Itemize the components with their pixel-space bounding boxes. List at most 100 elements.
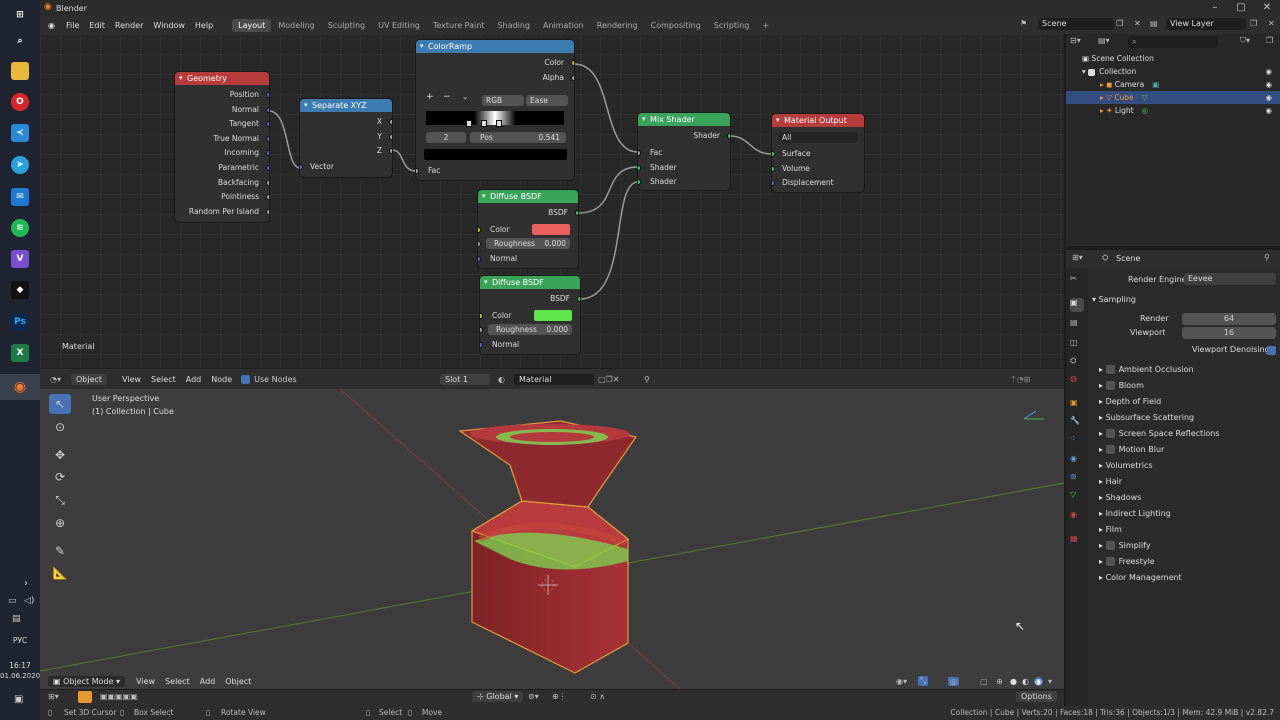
socket[interactable] [638, 179, 641, 185]
tab-scripting[interactable]: Scripting [708, 19, 756, 32]
viewport-samples-field[interactable]: 16 [1182, 327, 1276, 339]
filter-icon[interactable]: ⛉▾ [1240, 36, 1250, 46]
opera-icon[interactable]: O [11, 93, 29, 111]
properties-panel[interactable]: ⊞▾ ⛭ Scene ⚲ ✂ ▣ ▤ ◫ ⛭ ◍ ▣ 🔧 ⁘ ◉ ⊛ ▽ ◉ ▦… [1066, 250, 1280, 706]
photoshop-icon[interactable]: Ps [11, 313, 29, 331]
material-slot-select[interactable]: Slot 1 [440, 373, 490, 385]
socket[interactable] [266, 165, 269, 171]
expand-arrow-icon[interactable]: ▸ [1099, 557, 1106, 566]
socket[interactable] [266, 194, 269, 200]
outliner-item-cube[interactable]: ▸ ▽ Cube ▽ ◉ [1066, 91, 1280, 104]
remove-view-layer-icon[interactable]: ✕ [1268, 19, 1275, 28]
render-panel-depth-of-field[interactable]: ▸ Depth of Field [1099, 394, 1279, 410]
socket[interactable] [300, 164, 303, 170]
socket[interactable] [266, 107, 269, 113]
socket[interactable] [389, 134, 392, 140]
mail-icon[interactable]: ✉ [11, 188, 29, 206]
proportional-edit-icon[interactable]: ⊙ ∧ [590, 692, 605, 701]
modifier-tab-icon[interactable]: 🔧 [1070, 416, 1084, 430]
notification-icon[interactable]: ▣ [14, 694, 23, 705]
diffuse2-roughness-field[interactable]: Roughness 0.000 [488, 324, 572, 335]
render-panel-indirect-lighting[interactable]: ▸ Indirect Lighting [1099, 506, 1279, 522]
render-panel-freestyle[interactable]: ▸ Freestyle [1099, 554, 1279, 570]
socket[interactable] [416, 168, 419, 174]
menu-help[interactable]: Help [190, 21, 218, 30]
render-tab-icon[interactable]: ▣ [1070, 298, 1084, 312]
socket[interactable] [638, 150, 641, 156]
view-object-types-icon[interactable]: ◉▾ [896, 677, 907, 686]
socket[interactable] [266, 150, 269, 156]
light-data-icon[interactable]: ◎ [1142, 106, 1149, 115]
remove-stop-icon[interactable]: − [443, 92, 451, 102]
material-output-node[interactable]: Material Output All Surface Volume Displ… [772, 114, 864, 192]
diffuse-bsdf-node-2[interactable]: Diffuse BSDF BSDF Color Roughness 0.000 … [480, 276, 580, 354]
diffuse1-roughness-field[interactable]: Roughness 0.000 [486, 238, 570, 249]
windows-start-icon[interactable]: ⊞ [11, 6, 29, 24]
spotify-icon[interactable]: ≋ [11, 219, 29, 237]
clock-date[interactable]: 01.06.2020 [0, 672, 40, 680]
keyboard-icon[interactable]: ▤ [12, 614, 21, 624]
colorramp-color-swatch[interactable] [424, 149, 567, 160]
socket[interactable] [478, 241, 481, 247]
colorramp-mode-select[interactable]: RGB [482, 95, 524, 106]
close-button[interactable]: ✕ [1254, 0, 1280, 16]
visual-studio-icon[interactable]: V [11, 250, 29, 268]
panel-enable-checkbox[interactable] [1105, 381, 1115, 390]
socket[interactable] [772, 166, 775, 172]
panel-enable-checkbox[interactable] [1105, 541, 1115, 550]
wireframe-shading-icon[interactable]: ⊕ [996, 677, 1003, 686]
render-panel-motion-blur[interactable]: ▸ Motion Blur [1099, 442, 1279, 458]
play-icon[interactable] [78, 691, 92, 703]
tab-sculpting[interactable]: Sculpting [322, 19, 371, 32]
menu-edit[interactable]: Edit [84, 21, 110, 30]
tab-uv-editing[interactable]: UV Editing [372, 19, 426, 32]
tool-tab-icon[interactable]: ✂ [1070, 274, 1084, 288]
camera-data-icon[interactable]: ▣ [1152, 80, 1159, 89]
particles-tab-icon[interactable]: ⁘ [1070, 434, 1084, 448]
constraints-tab-icon[interactable]: ⊛ [1070, 472, 1084, 486]
tab-rendering[interactable]: Rendering [591, 19, 644, 32]
rendered-shading-icon[interactable]: ◉ [1034, 676, 1043, 686]
node-menu-add[interactable]: Add [181, 375, 207, 384]
eye-icon[interactable]: ◉ [1265, 65, 1272, 78]
viewport-denoising-checkbox[interactable] [1267, 346, 1276, 355]
editor-type-icon[interactable]: ◔▾ [50, 375, 61, 384]
socket[interactable] [478, 256, 481, 262]
move-tool-icon[interactable]: ✥ [49, 445, 71, 465]
material-output-target-select[interactable]: All [778, 132, 858, 143]
socket[interactable] [480, 327, 483, 333]
select-mode-icons[interactable]: ▣▣▣▣▣ [100, 692, 138, 701]
new-scene-icon[interactable]: ❐ [1116, 19, 1123, 28]
viewport-menu-add[interactable]: Add [195, 677, 221, 686]
eye-icon[interactable]: ◉ [1265, 104, 1272, 117]
tab-layout[interactable]: Layout [232, 18, 272, 32]
expand-arrow-icon[interactable]: ▸ [1099, 365, 1106, 374]
socket[interactable] [266, 209, 269, 215]
render-panel-subsurface-scattering[interactable]: ▸ Subsurface Scattering [1099, 410, 1279, 426]
view-layer-icon[interactable]: ▤ [1150, 19, 1158, 28]
blender-taskbar-icon[interactable]: ◉ [0, 374, 40, 400]
socket[interactable] [389, 119, 392, 125]
panel-enable-checkbox[interactable] [1105, 365, 1115, 374]
socket[interactable] [266, 180, 269, 186]
eye-icon[interactable]: ◉ [1265, 78, 1272, 91]
blender-menu-icon[interactable]: ◉ [48, 21, 55, 30]
color-stop[interactable] [496, 120, 502, 127]
options-button[interactable]: Options [1016, 691, 1057, 702]
chevron-down-icon[interactable]: ▾ [1048, 677, 1052, 686]
socket[interactable] [266, 121, 269, 127]
gizmo-toggle-icon[interactable]: ⤡ [918, 676, 929, 686]
excel-icon[interactable]: X [11, 344, 29, 362]
3d-viewport[interactable]: User Perspective (1) Collection | Cube ↖… [40, 389, 1064, 689]
render-engine-select[interactable]: Eevee [1184, 273, 1276, 285]
separate-xyz-header[interactable]: Separate XYZ [300, 99, 392, 112]
socket[interactable] [480, 342, 483, 348]
rotate-tool-icon[interactable]: ⟳ [49, 467, 71, 487]
material-preview-shading-icon[interactable]: ◐ [1022, 677, 1029, 686]
expand-arrow-icon[interactable]: ▸ [1099, 429, 1106, 438]
colorramp-gradient[interactable] [426, 111, 564, 125]
tab-modeling[interactable]: Modeling [272, 19, 320, 32]
panel-enable-checkbox[interactable] [1105, 445, 1115, 454]
chevron-up-icon[interactable]: › [24, 578, 28, 589]
pin-icon[interactable]: ⚲ [1264, 253, 1270, 262]
